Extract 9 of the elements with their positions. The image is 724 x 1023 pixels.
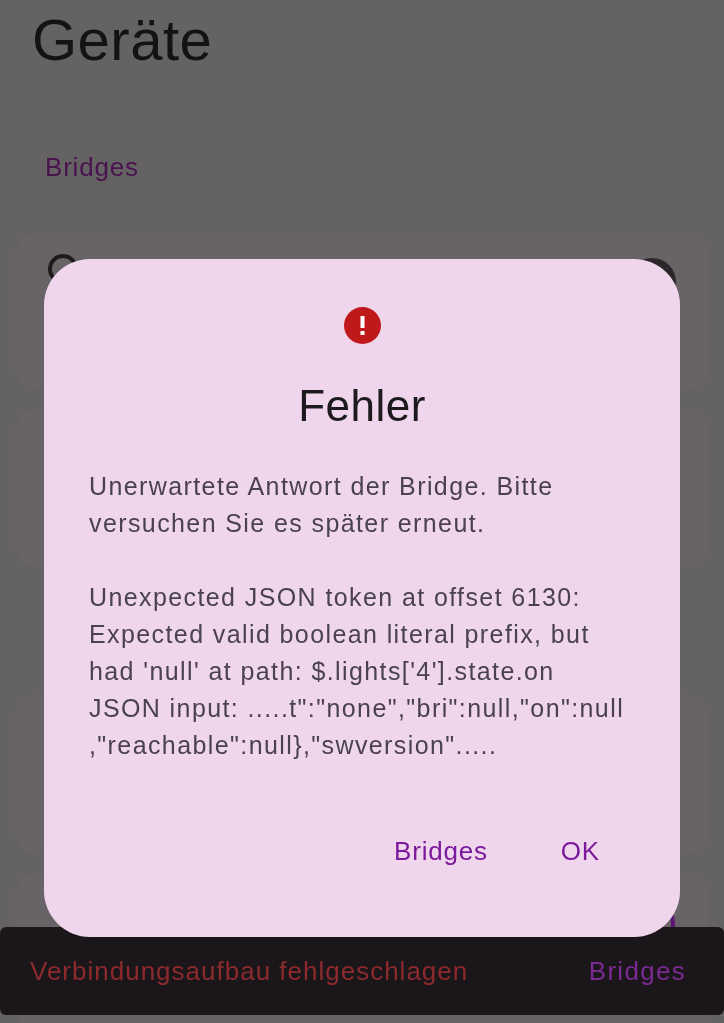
dialog-message: Unexpected JSON token at offset 6130: Expected valid boolean literal prefix, but had 'null' at path: $.lights['4'].state.on JSON input: .....t":"none","bri":null,"on":null ,"reachable":null},"swversion"..... (89, 582, 626, 761)
error-icon (343, 307, 381, 344)
dialog-action-button[interactable]: OK (544, 827, 616, 875)
dialog-message: Unerwartete Antwort der Bridge. Bitte versuchen Sie es später erneut. (89, 471, 555, 539)
dialog-title: Fehler (298, 384, 426, 428)
snackbar-message: Verbindungsaufbau fehlgeschlagen (30, 958, 469, 984)
dialog-action-button[interactable]: Bridges (378, 827, 504, 875)
page-title: Geräte (32, 11, 213, 69)
section-label: Bridges (45, 154, 139, 180)
